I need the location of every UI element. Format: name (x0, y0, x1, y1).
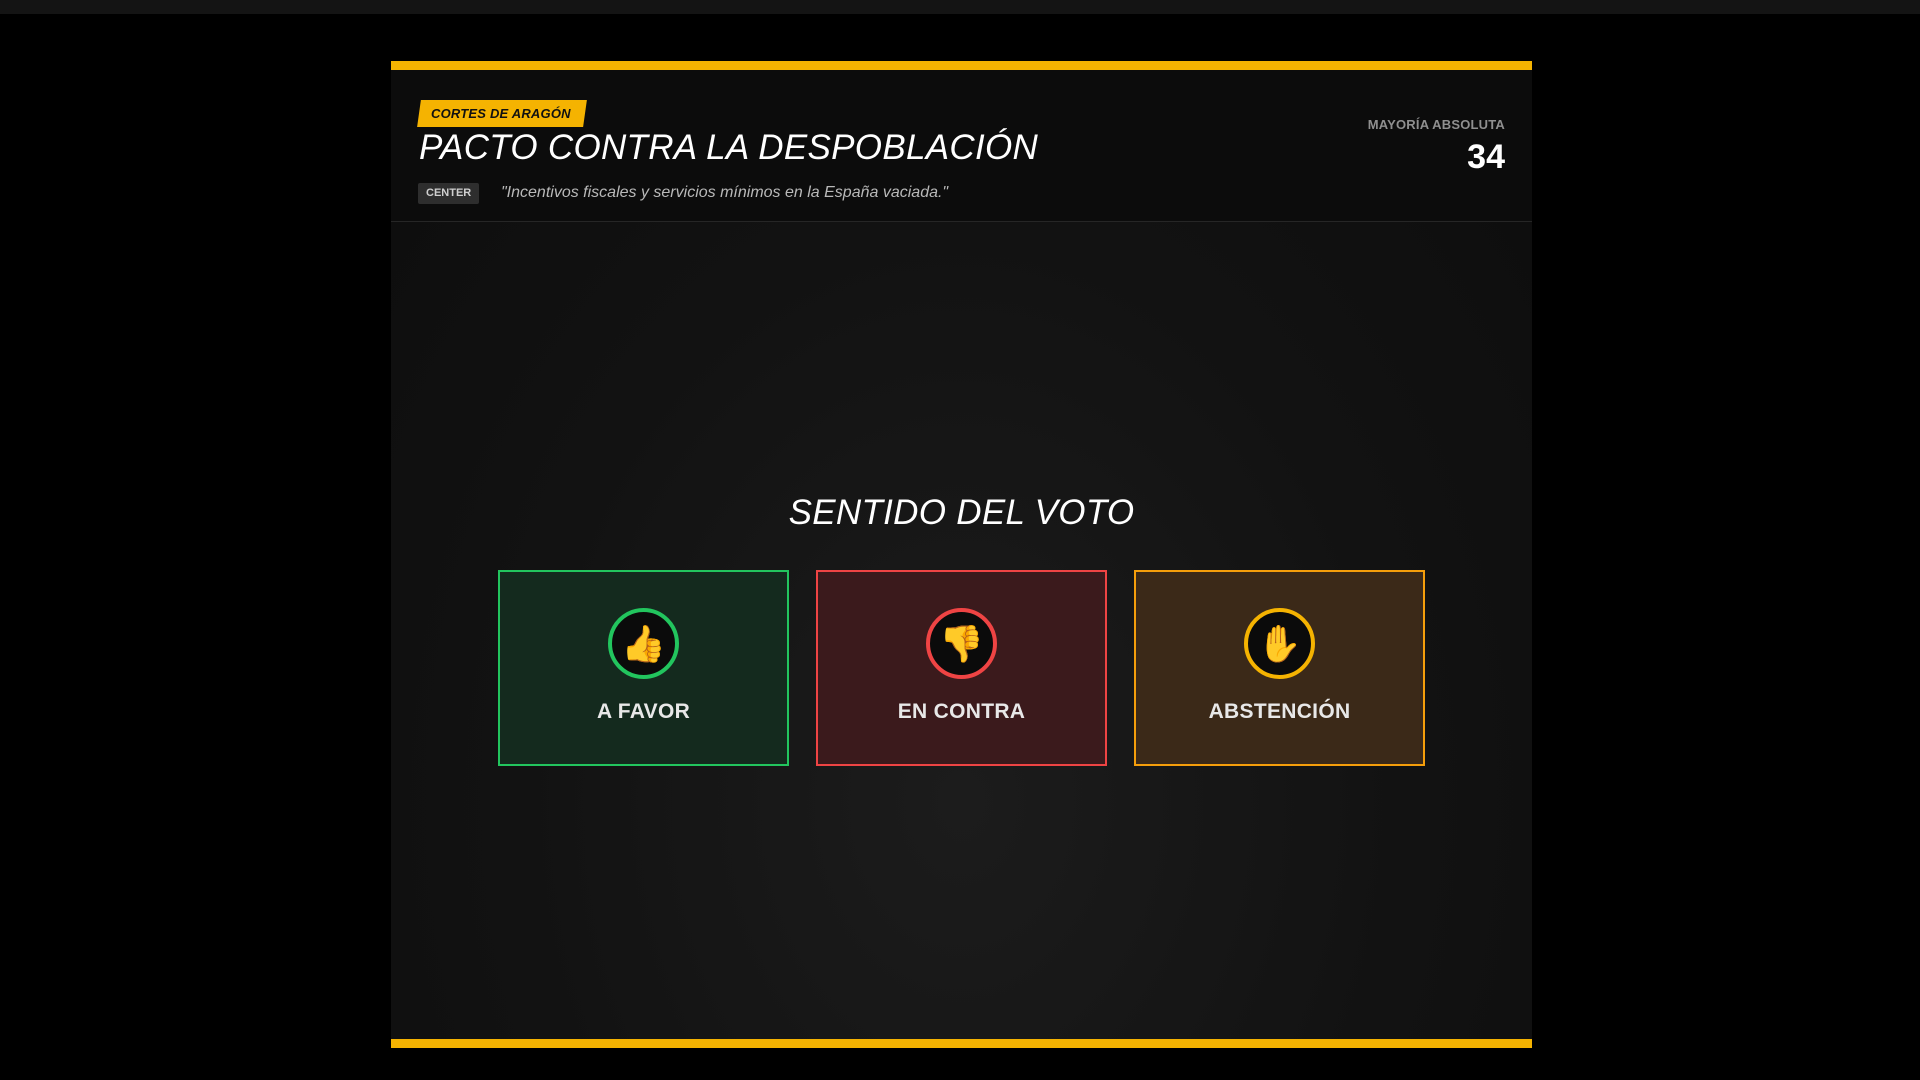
vote-favor-button[interactable]: 👍 A FAVOR (498, 570, 789, 766)
vote-panel: CORTES DE ARAGÓN PACTO CONTRA LA DESPOBL… (391, 61, 1532, 1048)
bill-header: CORTES DE ARAGÓN PACTO CONTRA LA DESPOBL… (391, 70, 1532, 222)
vote-abstain-button[interactable]: ✋ ABSTENCIÓN (1134, 570, 1425, 766)
vote-against-button[interactable]: 👎 EN CONTRA (816, 570, 1107, 766)
thumbs-down-icon: 👎 (926, 608, 997, 679)
top-strip (0, 0, 1920, 14)
vote-abstain-label: ABSTENCIÓN (1208, 700, 1351, 723)
vote-against-label: EN CONTRA (897, 700, 1026, 723)
thumbs-up-icon: 👍 (608, 608, 679, 679)
chamber-label: CORTES DE ARAGÓN (431, 106, 571, 121)
vote-prompt: SENTIDO DEL VOTO (788, 493, 1135, 532)
ideology-badge: CENTER (418, 183, 480, 204)
chamber-tag: CORTES DE ARAGÓN (417, 100, 587, 127)
bill-title: PACTO CONTRA LA DESPOBLACIÓN (419, 128, 1039, 167)
bill-quote: "Incentivos fiscales y servicios mínimos… (501, 184, 949, 201)
accent-bar-top (391, 61, 1532, 70)
accent-bar-bottom (391, 1039, 1532, 1048)
majority-label: MAYORÍA ABSOLUTA (1367, 117, 1505, 132)
majority-value: 34 (1467, 138, 1505, 176)
raised-hand-icon: ✋ (1244, 608, 1315, 679)
vote-favor-label: A FAVOR (596, 700, 691, 723)
